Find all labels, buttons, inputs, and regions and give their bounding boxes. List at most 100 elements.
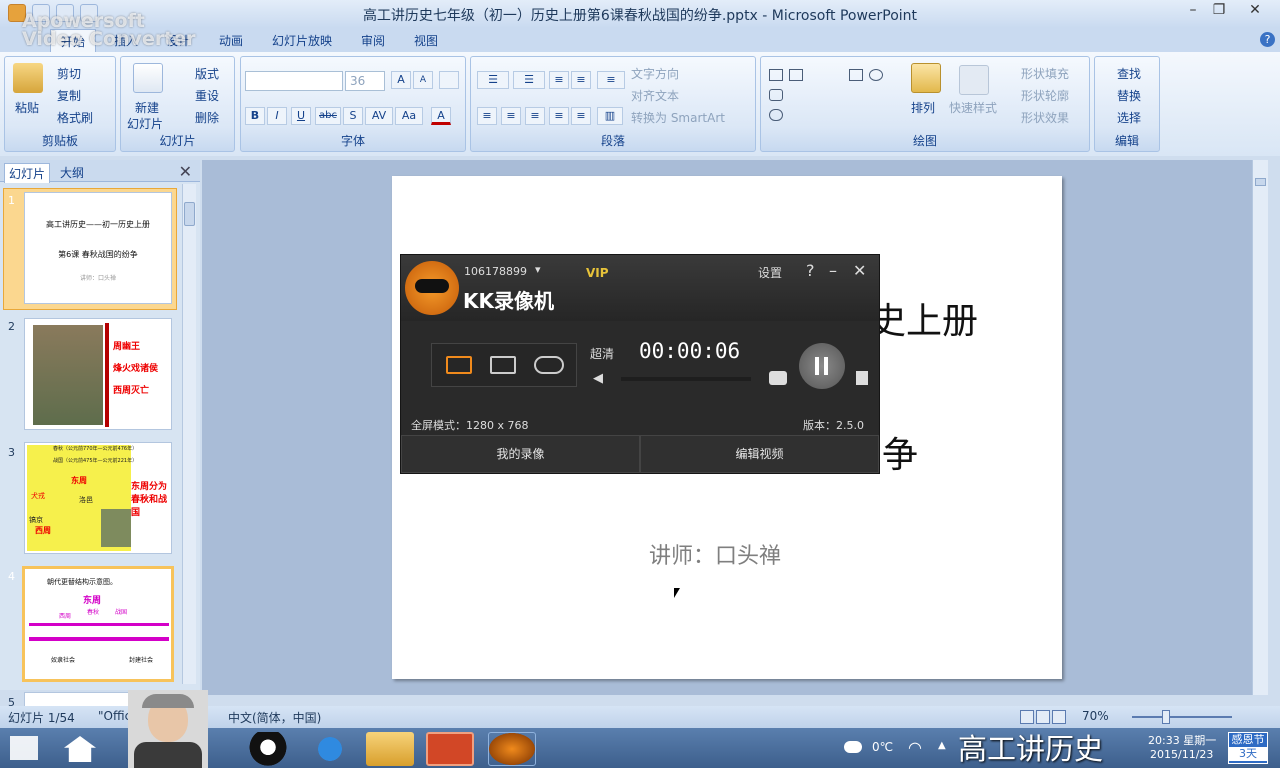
kk-help-button[interactable]: ? bbox=[806, 261, 815, 280]
arrange-icon[interactable] bbox=[911, 63, 941, 93]
change-case-button[interactable]: Aa bbox=[395, 107, 423, 125]
kk-volume-slider[interactable] bbox=[621, 377, 751, 381]
tab-slideshow[interactable]: 幻灯片放映 bbox=[272, 32, 332, 49]
slide-title-fragment[interactable]: 史上册 bbox=[870, 292, 978, 344]
restore-button[interactable]: ❐ bbox=[1204, 2, 1234, 22]
shape-fill-button[interactable]: 形状填充 bbox=[1021, 65, 1069, 82]
kk-region-mode-icon[interactable] bbox=[490, 356, 516, 374]
qq-icon[interactable] bbox=[244, 732, 292, 766]
slide-lecturer[interactable]: 讲师：口头禅 bbox=[649, 538, 781, 570]
copy-button[interactable]: 复制 bbox=[57, 87, 81, 104]
slideshow-view-icon[interactable] bbox=[1052, 710, 1066, 724]
numbering-icon[interactable]: ☰ bbox=[513, 71, 545, 89]
powerpoint-taskbar-icon[interactable] bbox=[426, 732, 474, 766]
textbox-shape-icon[interactable] bbox=[769, 69, 783, 81]
shadow-button[interactable]: S bbox=[343, 107, 363, 125]
shape-effects-button[interactable]: 形状效果 bbox=[1021, 109, 1069, 126]
italic-button[interactable]: I bbox=[267, 107, 287, 125]
delete-button[interactable]: 删除 bbox=[195, 109, 219, 126]
select-button[interactable]: 选择 bbox=[1117, 109, 1141, 126]
editor-scroll-thumb[interactable] bbox=[1255, 178, 1266, 186]
clock-date[interactable]: 2015/11/23 bbox=[1150, 748, 1213, 761]
wifi-icon[interactable]: ◠ bbox=[908, 738, 922, 757]
tab-outline[interactable]: 大纲 bbox=[56, 163, 88, 182]
kk-fullscreen-mode-icon[interactable] bbox=[446, 356, 472, 374]
slide-thumbnail-1[interactable]: 高工讲历史——初一历史上册 第6课 春秋战国的纷争 讲师：口头禅 bbox=[24, 192, 172, 304]
slide-thumbnail-3[interactable]: 春秋（公元前770年—公元前476年） 战国（公元前475年—公元前221年） … bbox=[24, 442, 172, 554]
language-indicator[interactable]: 中文(简体，中国) bbox=[228, 709, 321, 726]
paste-button[interactable]: 粘贴 bbox=[15, 99, 39, 116]
kk-game-mode-icon[interactable] bbox=[534, 356, 564, 374]
home-icon[interactable] bbox=[64, 736, 96, 762]
underline-button[interactable]: U bbox=[291, 107, 311, 125]
new-slide-icon[interactable] bbox=[133, 63, 163, 93]
find-button[interactable]: 查找 bbox=[1117, 65, 1141, 82]
decrease-indent-icon[interactable]: ≡ bbox=[549, 71, 569, 89]
kk-vip-badge[interactable]: VIP bbox=[586, 266, 609, 280]
normal-view-icon[interactable] bbox=[1020, 710, 1034, 724]
clock-time[interactable]: 20:33 星期一 bbox=[1148, 732, 1216, 748]
format-painter-button[interactable]: 格式刷 bbox=[57, 109, 93, 126]
kk-minimize-button[interactable]: – bbox=[829, 261, 837, 280]
close-button[interactable]: ✕ bbox=[1240, 2, 1270, 22]
shape-outline-button[interactable]: 形状轮廓 bbox=[1021, 87, 1069, 104]
calendar-widget[interactable]: 感恩节 3天 bbox=[1228, 732, 1268, 764]
windows-start-icon[interactable] bbox=[10, 736, 38, 760]
convert-smartart-button[interactable]: 转换为 SmartArt bbox=[631, 109, 725, 126]
kk-pause-button[interactable] bbox=[799, 343, 845, 389]
kk-user-dropdown-icon[interactable]: ▾ bbox=[535, 263, 541, 276]
sorter-view-icon[interactable] bbox=[1036, 710, 1050, 724]
reset-button[interactable]: 重设 bbox=[195, 87, 219, 104]
thumbs-scrollbar[interactable] bbox=[182, 184, 196, 684]
zoom-slider-thumb[interactable] bbox=[1162, 710, 1170, 724]
rounded-rect-shape-icon[interactable] bbox=[769, 89, 783, 101]
grow-font-button[interactable]: A bbox=[391, 71, 411, 89]
paste-icon[interactable] bbox=[13, 63, 43, 93]
kk-screenshot-icon[interactable] bbox=[769, 371, 787, 385]
kk-recorder-taskbar-icon[interactable] bbox=[488, 732, 536, 766]
align-left-icon[interactable]: ≡ bbox=[477, 107, 497, 125]
font-name-field[interactable] bbox=[245, 71, 343, 91]
bullets-icon[interactable]: ☰ bbox=[477, 71, 509, 89]
vertical-textbox-shape-icon[interactable] bbox=[789, 69, 803, 81]
help-icon[interactable]: ? bbox=[1260, 32, 1275, 47]
browser-icon[interactable] bbox=[306, 732, 354, 766]
block-arc-shape-icon[interactable] bbox=[769, 109, 783, 121]
oval-shape-icon[interactable] bbox=[869, 69, 883, 81]
editor-scrollbar[interactable] bbox=[1252, 160, 1268, 695]
distribute-icon[interactable]: ≡ bbox=[571, 107, 591, 125]
strikethrough-button[interactable]: abc bbox=[315, 107, 341, 125]
new-slide-button-line2[interactable]: 幻灯片 bbox=[127, 115, 163, 132]
kk-settings-button[interactable]: 设置 bbox=[758, 264, 782, 281]
char-spacing-button[interactable]: AV bbox=[365, 107, 393, 125]
slide-subtitle-fragment[interactable]: 争 bbox=[882, 426, 918, 478]
columns-icon[interactable]: ▥ bbox=[597, 107, 623, 125]
text-direction-button[interactable]: 文字方向 bbox=[631, 65, 679, 82]
increase-indent-icon[interactable]: ≡ bbox=[571, 71, 591, 89]
tab-review[interactable]: 审阅 bbox=[361, 32, 385, 49]
replace-button[interactable]: 替换 bbox=[1117, 87, 1141, 104]
cut-button[interactable]: 剪切 bbox=[57, 65, 81, 82]
bold-button[interactable]: B bbox=[245, 107, 265, 125]
zoom-level[interactable]: 70% bbox=[1082, 709, 1109, 723]
tab-view[interactable]: 视图 bbox=[414, 32, 438, 49]
thumbs-scroll-thumb[interactable] bbox=[184, 202, 195, 226]
kk-user-id[interactable]: 106178899 bbox=[464, 265, 527, 278]
line-spacing-icon[interactable]: ≡ bbox=[597, 71, 625, 89]
font-size-field[interactable]: 36 bbox=[345, 71, 385, 91]
align-right-icon[interactable]: ≡ bbox=[525, 107, 545, 125]
kk-stop-icon[interactable] bbox=[856, 371, 868, 385]
tab-animations[interactable]: 动画 bbox=[219, 32, 243, 49]
tray-expand-icon[interactable]: ▲ bbox=[938, 740, 946, 751]
kk-volume-icon[interactable]: ◀ bbox=[593, 371, 603, 386]
new-slide-button-line1[interactable]: 新建 bbox=[135, 99, 159, 116]
rectangle-shape-icon[interactable] bbox=[849, 69, 863, 81]
layout-button[interactable]: 版式 bbox=[195, 65, 219, 82]
kk-close-button[interactable]: ✕ bbox=[853, 261, 866, 280]
kk-quality-label[interactable]: 超清 bbox=[590, 345, 614, 362]
zoom-slider[interactable] bbox=[1132, 716, 1232, 718]
font-color-button[interactable]: A bbox=[431, 107, 451, 125]
tab-slides[interactable]: 幻灯片 bbox=[4, 163, 51, 183]
clear-format-icon[interactable] bbox=[439, 71, 459, 89]
align-center-icon[interactable]: ≡ bbox=[501, 107, 521, 125]
